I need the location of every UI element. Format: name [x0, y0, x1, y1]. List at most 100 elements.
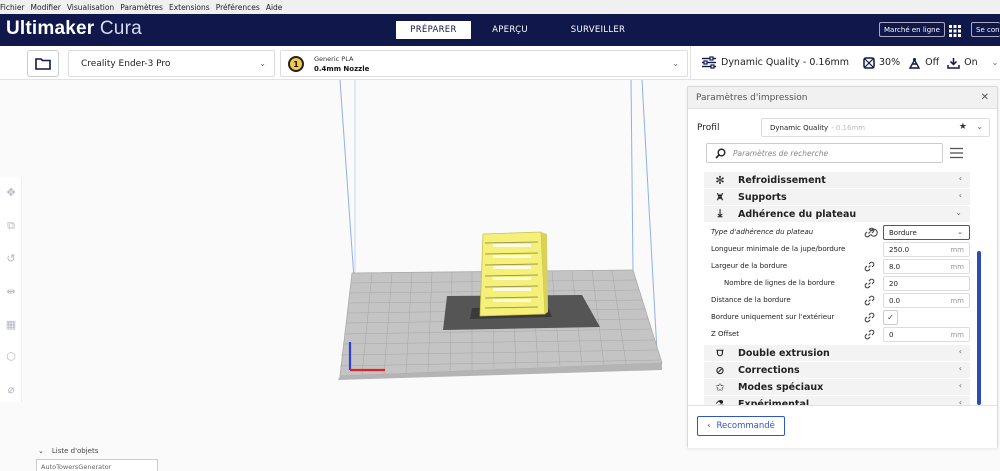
link-icon[interactable]	[864, 329, 875, 340]
category-cooling[interactable]: ✻ Refroidissement ‹	[704, 172, 970, 188]
close-icon[interactable]: ✕	[981, 92, 989, 103]
setting-value: 8.0	[889, 262, 901, 271]
star-icon[interactable]: ★	[959, 122, 967, 132]
job-toolbar: Creality Ender-3 Pro ⌄ 1 Generic PLA 0.4…	[0, 46, 1000, 80]
menu-preferences[interactable]: Préférences	[216, 3, 260, 12]
scale-icon[interactable]: ⧉	[4, 219, 18, 233]
setting-value: 250.0	[889, 245, 910, 254]
setting-label: Largeur de la bordure	[711, 262, 788, 270]
link-icon[interactable]	[864, 312, 875, 323]
link-icon[interactable]	[864, 295, 875, 306]
support-icon: ⩙	[716, 190, 724, 203]
chevron-left-icon: ‹	[958, 347, 962, 356]
rotate-icon[interactable]: ↺	[4, 251, 18, 265]
support-summary: Off	[908, 57, 939, 69]
link-icon[interactable]	[864, 278, 875, 289]
tab-prepare[interactable]: PRÉPARER	[396, 21, 471, 39]
settings-search-input[interactable]: Paramètres de recherche	[706, 143, 943, 163]
setting-unit: mm	[950, 263, 964, 271]
tool-column: ✥ ⧉ ↺ ⇹ ▦ ⬡ ⌀	[0, 177, 22, 402]
adhesion-icon: ⤓	[717, 207, 723, 220]
model-tower[interactable]	[479, 231, 548, 317]
object-list-item[interactable]: AutoTowersGenerator	[36, 459, 158, 471]
category-label: Refroidissement	[738, 174, 826, 186]
tab-preview[interactable]: APERÇU	[471, 21, 549, 39]
menu-settings[interactable]: Paramètres	[120, 3, 163, 12]
panel-title: Paramètres d'impression	[696, 92, 808, 103]
category-corrections[interactable]: ⊘ Corrections ‹	[704, 362, 970, 378]
measure-icon[interactable]: ⌀	[4, 382, 18, 396]
support-blocker-icon[interactable]: ⬡	[4, 349, 18, 363]
brim-width-input[interactable]: 8.0 mm	[883, 259, 970, 274]
setting-label: Longueur minimale de la jupe/bordure	[711, 245, 846, 253]
extruder-badge: 1	[288, 56, 304, 72]
category-adhesion[interactable]: ⤓ Adhérence du plateau ⌄	[704, 206, 970, 222]
apps-grid-icon[interactable]	[948, 23, 962, 37]
panel-footer: ‹ Recommandé	[688, 405, 997, 448]
settings-scrollbar[interactable]	[977, 251, 981, 405]
setting-brim-outside-only: Bordure uniquement sur l'extérieur ✓	[704, 309, 970, 326]
corrections-icon: ⊘	[715, 363, 725, 377]
menu-help[interactable]: Aide	[266, 3, 283, 12]
brim-outside-only-checkbox[interactable]: ✓	[883, 310, 898, 325]
setting-label: Nombre de lignes de la bordure	[724, 279, 835, 287]
sliders-icon	[702, 56, 716, 69]
profile-selector[interactable]: Dynamic Quality - 0.16mm ★ ⌄	[761, 118, 990, 137]
signin-button[interactable]: Se conn	[971, 22, 1000, 37]
print-settings-summary[interactable]: Dynamic Quality - 0.16mm 30% Off On ⌄	[690, 46, 1000, 79]
infill-value: 30%	[879, 57, 901, 68]
profile-suffix: - 0.16mm	[831, 123, 866, 132]
profile-summary: Dynamic Quality - 0.16mm	[701, 56, 849, 69]
profile-summary-label: Dynamic Quality - 0.16mm	[721, 57, 849, 68]
setting-label: Bordure uniquement sur l'extérieur	[711, 313, 835, 321]
marketplace-button[interactable]: Marché en ligne	[879, 22, 945, 37]
per-model-settings-icon[interactable]: ▦	[4, 317, 18, 331]
brim-line-count-input[interactable]: 20	[883, 276, 970, 291]
chevron-left-icon: ‹	[707, 421, 711, 431]
skirt-brim-min-length-input[interactable]: 250.0 mm	[883, 242, 970, 257]
infill-icon	[863, 56, 875, 69]
printer-selector[interactable]: Creality Ender-3 Pro ⌄	[68, 50, 275, 77]
category-label: Double extrusion	[738, 347, 830, 359]
category-special-modes[interactable]: ✩ Modes spéciaux ‹	[704, 379, 970, 395]
recommended-button[interactable]: ‹ Recommandé	[697, 416, 785, 436]
chevron-down-icon: ⌄	[976, 122, 983, 131]
nozzle-name: 0.4mm Nozzle	[314, 65, 370, 73]
print-settings-panel: Paramètres d'impression ✕ Profil Dynamic…	[687, 86, 998, 448]
brand-name: Ultimaker	[6, 18, 95, 39]
settings-visibility-menu-icon[interactable]	[950, 147, 963, 159]
move-icon[interactable]: ✥	[4, 185, 18, 199]
brand-product: Cura	[99, 18, 142, 39]
infill-summary: 30%	[863, 56, 901, 69]
menu-extensions[interactable]: Extensions	[169, 3, 210, 12]
object-list-toggle[interactable]: ⌄ Liste d'objets	[38, 447, 98, 455]
setting-brim-width: Largeur de la bordure 8.0 mm	[704, 258, 970, 275]
setting-label: Type d'adhérence du plateau	[711, 228, 814, 236]
brim-distance-input[interactable]: 0.0 mm	[883, 293, 970, 308]
chevron-left-icon: ‹	[958, 381, 962, 390]
setting-skirt-brim-min-length: Longueur minimale de la jupe/bordure 250…	[704, 241, 970, 258]
material-selector[interactable]: 1 Generic PLA 0.4mm Nozzle ⌄	[280, 50, 688, 77]
dual-extrusion-icon: ⩌	[716, 346, 724, 359]
adhesion-icon	[947, 57, 960, 69]
category-dual-extrusion[interactable]: ⩌ Double extrusion ‹	[704, 345, 970, 361]
reset-icon[interactable]	[868, 227, 879, 238]
tab-monitor[interactable]: SURVEILLER	[549, 21, 647, 39]
chevron-down-icon: ⌄	[672, 59, 679, 68]
panel-header: Paramètres d'impression ✕	[688, 87, 997, 109]
adhesion-type-select[interactable]: Bordure ⌄	[883, 225, 970, 240]
settings-list: ✻ Refroidissement ‹ ⩙ Supports ‹ ⤓ Adhér…	[704, 171, 974, 407]
chevron-down-icon: ⌄	[955, 208, 962, 217]
category-support[interactable]: ⩙ Supports ‹	[704, 189, 970, 205]
menu-view[interactable]: Visualisation	[67, 3, 114, 12]
open-file-button[interactable]	[27, 50, 59, 77]
menu-file[interactable]: Fichier	[0, 3, 25, 12]
mirror-icon[interactable]: ⇹	[4, 284, 18, 298]
recommended-label: Recommandé	[716, 421, 775, 431]
printer-name: Creality Ender-3 Pro	[81, 58, 171, 69]
menu-edit[interactable]: Modifier	[31, 3, 61, 12]
link-icon[interactable]	[864, 261, 875, 272]
setting-brim-line-count: Nombre de lignes de la bordure 20	[704, 275, 970, 292]
setting-value: 0.0	[889, 296, 901, 305]
z-offset-input[interactable]: 0 mm	[883, 327, 970, 342]
